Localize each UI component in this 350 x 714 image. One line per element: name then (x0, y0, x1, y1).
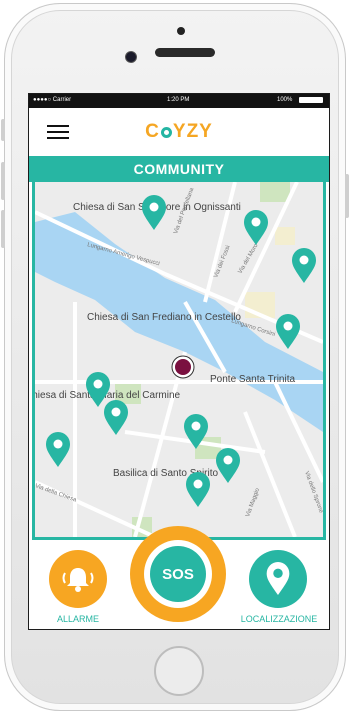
battery-label: 100% (277, 97, 293, 103)
community-map[interactable]: Chiesa di San Salvatore in Ognissanti Ch… (32, 182, 326, 540)
map-marker-icon[interactable] (243, 210, 269, 246)
location-pin-icon (266, 562, 290, 596)
sos-label: SOS (150, 546, 206, 602)
alarm-label: ALLARME (56, 614, 100, 624)
map-marker-icon[interactable] (215, 448, 241, 484)
map-marker-icon[interactable] (291, 248, 317, 284)
app-logo: C YZY (145, 121, 213, 142)
location-button[interactable] (249, 550, 307, 608)
map-place-label: Ponte Santa Trinita (210, 374, 295, 385)
map-marker-icon[interactable] (141, 195, 167, 231)
proximity-sensor (177, 27, 185, 35)
map-marker-icon[interactable] (183, 414, 209, 450)
status-bar: ●●●●○ Carrier 1:20 PM 100% (29, 94, 329, 108)
map-marker-icon[interactable] (185, 472, 211, 508)
app-screen: ●●●●○ Carrier 1:20 PM 100% C YZY COMMUNIT… (28, 93, 330, 630)
location-label: LOCALIZZAZIONE (240, 614, 318, 624)
battery-icon (299, 97, 323, 103)
earpiece-speaker (155, 48, 215, 57)
mute-switch (1, 119, 5, 141)
power-button (345, 174, 349, 218)
user-location-dot (175, 359, 191, 375)
home-button[interactable] (154, 646, 204, 696)
clock: 1:20 PM (167, 97, 190, 103)
bottom-action-bar: ALLARME SOS LOCALIZZAZIONE (29, 526, 329, 629)
map-marker-icon[interactable] (103, 400, 129, 436)
volume-down-button (1, 210, 5, 248)
logo-ring-icon (160, 127, 172, 138)
map-place-label: Chiesa di San Frediano in Cestello (87, 312, 241, 323)
map-marker-icon[interactable] (45, 432, 71, 468)
volume-up-button (1, 162, 5, 200)
sos-button[interactable]: SOS (130, 526, 226, 622)
section-title: COMMUNITY (29, 156, 329, 182)
carrier-label: ●●●●○ Carrier (33, 97, 72, 103)
bell-alarm-icon (62, 568, 94, 592)
map-marker-icon[interactable] (275, 314, 301, 350)
front-camera (125, 51, 137, 63)
alarm-button[interactable] (49, 550, 107, 608)
app-header: C YZY (29, 108, 329, 156)
